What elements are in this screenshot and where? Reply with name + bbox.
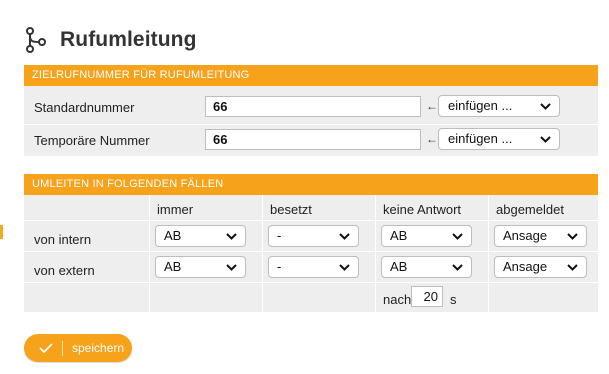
chevron-down-icon	[226, 233, 237, 240]
external-no-answer-select[interactable]: AB	[381, 256, 472, 278]
internal-logged-out-value: Ansage	[503, 228, 548, 243]
check-icon	[39, 342, 53, 354]
column-header-no-answer: keine Antwort	[383, 202, 462, 217]
external-logged-out-select[interactable]: Ansage	[494, 256, 587, 278]
temporary-number-insert-select-value: einfügen ...	[448, 131, 513, 146]
column-header-logged-out: abgemeldet	[496, 202, 564, 217]
chevron-down-icon	[452, 233, 463, 240]
save-button[interactable]: speichern	[24, 334, 132, 362]
temporary-number-row: Temporäre Nummer 66 ← einfügen ...	[24, 125, 598, 155]
chevron-down-icon	[339, 233, 350, 240]
forward-cases-heading: UMLEITEN IN FOLGENDEN FÄLLEN	[24, 174, 598, 195]
chevron-down-icon	[540, 136, 551, 143]
grid-divider	[375, 195, 376, 312]
left-edge-marker	[0, 225, 3, 239]
internal-row-label: von intern	[34, 232, 92, 247]
chevron-down-icon	[226, 264, 237, 271]
external-no-answer-value: AB	[390, 259, 408, 274]
column-header-always: immer	[157, 202, 194, 217]
chevron-down-icon	[452, 264, 463, 271]
internal-no-answer-select[interactable]: AB	[381, 225, 472, 247]
insert-arrow-icon: ←	[426, 132, 438, 146]
standard-number-insert-select[interactable]: einfügen ...	[438, 95, 560, 117]
temporary-number-label: Temporäre Nummer	[34, 133, 150, 148]
grid-divider	[262, 195, 263, 312]
row-divider	[24, 282, 598, 283]
internal-always-value: AB	[164, 228, 182, 243]
external-busy-value: -	[277, 259, 282, 274]
timeout-unit: s	[450, 292, 457, 307]
chevron-down-icon	[567, 233, 578, 240]
page-header: Rufumleitung	[24, 22, 197, 58]
insert-arrow-icon: ←	[426, 99, 438, 113]
chevron-down-icon	[540, 103, 551, 110]
grid-divider	[149, 195, 150, 312]
row-divider	[24, 220, 598, 221]
internal-busy-value: -	[277, 228, 282, 243]
forward-cases-panel: UMLEITEN IN FOLGENDEN FÄLLEN immer beset…	[24, 174, 598, 312]
standard-number-insert-select-value: einfügen ...	[448, 98, 513, 113]
internal-no-answer-value: AB	[390, 228, 408, 243]
external-always-value: AB	[164, 259, 182, 274]
chevron-down-icon	[567, 264, 578, 271]
internal-always-select[interactable]: AB	[155, 225, 246, 247]
page-title: Rufumleitung	[60, 28, 197, 51]
save-button-label: speichern	[72, 341, 125, 355]
timeout-seconds-input[interactable]: 20	[411, 286, 443, 307]
chevron-down-icon	[339, 264, 350, 271]
internal-logged-out-select[interactable]: Ansage	[494, 225, 587, 247]
temporary-number-insert-select[interactable]: einfügen ...	[438, 128, 560, 150]
external-row-label: von extern	[34, 263, 95, 278]
grid-divider	[488, 195, 489, 312]
standard-number-input[interactable]: 66	[205, 96, 421, 117]
standard-number-label: Standardnummer	[34, 100, 135, 115]
column-header-busy: besetzt	[270, 202, 312, 217]
internal-busy-select[interactable]: -	[268, 225, 359, 247]
target-number-heading: ZIELRUFNUMMER FÜR RUFUMLEITUNG	[24, 65, 598, 86]
external-logged-out-value: Ansage	[503, 259, 548, 274]
standard-number-row: Standardnummer 66 ← einfügen ...	[24, 92, 598, 122]
row-divider	[24, 251, 598, 252]
temporary-number-input[interactable]: 66	[205, 129, 421, 150]
timeout-prefix: nach	[383, 292, 412, 307]
target-number-panel: ZIELRUFNUMMER FÜR RUFUMLEITUNG Standardn…	[24, 65, 598, 156]
call-forward-icon	[24, 26, 48, 54]
button-separator	[62, 340, 63, 356]
external-always-select[interactable]: AB	[155, 256, 246, 278]
external-busy-select[interactable]: -	[268, 256, 359, 278]
